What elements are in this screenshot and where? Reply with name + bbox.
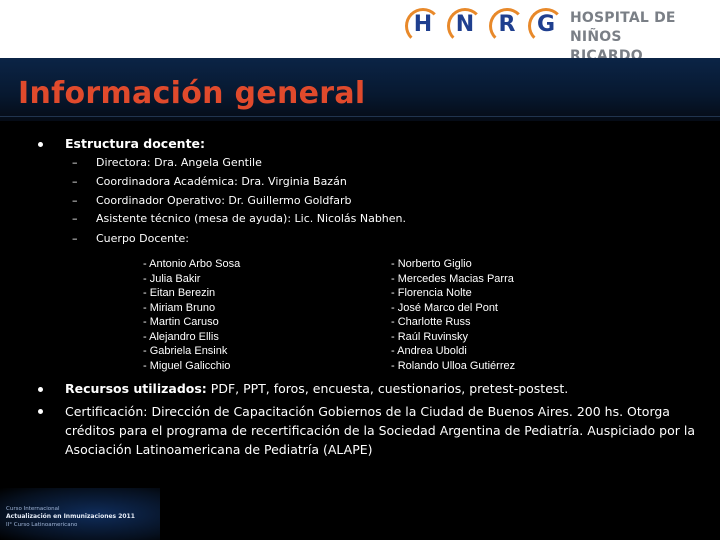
docente-2-5: - Charlotte Russ bbox=[391, 316, 471, 328]
dash-2: – bbox=[72, 175, 78, 188]
recursos-line: Recursos utilizados: PDF, PPT, foros, en… bbox=[65, 380, 568, 398]
estructura-item-2: Coordinadora Académica: Dra. Virginia Ba… bbox=[96, 175, 347, 188]
docente-2-4: - José Marco del Pont bbox=[391, 301, 498, 314]
logo-letter-h: H bbox=[413, 12, 433, 37]
docente-1-5: - Martin Caruso bbox=[143, 316, 219, 328]
certificacion-text: Certificación: Dirección de Capacitación… bbox=[65, 404, 696, 457]
footer-logo-line3: II° Curso Latinoamericano bbox=[6, 522, 78, 528]
recursos-value: PDF, PPT, foros, encuesta, cuestionarios… bbox=[206, 381, 569, 396]
dash-4: – bbox=[72, 212, 78, 225]
dash-5: – bbox=[72, 232, 78, 245]
header-banner: H N R G HOSPITAL DE NIÑOS RICARDO GUTIÉR… bbox=[0, 0, 720, 83]
footer-logo-line2: Actualización en Inmunizaciones 2011 bbox=[6, 513, 135, 520]
docente-2-1: - Norberto Giglio bbox=[391, 258, 472, 270]
dash-1: – bbox=[72, 156, 78, 169]
docente-1-4: - Miriam Bruno bbox=[143, 301, 216, 314]
docente-1-7: - Gabriela Ensink bbox=[143, 345, 228, 357]
footer-course-logo: Curso Internacional Actualización en Inm… bbox=[0, 488, 160, 540]
bullet-estructura bbox=[38, 142, 43, 147]
estructura-item-1: Directora: Dra. Angela Gentile bbox=[96, 156, 262, 169]
docentes-column-1: - Antonio Arbo Sosa - Julia Bakir - Eita… bbox=[143, 257, 240, 373]
bullet-recursos bbox=[38, 387, 43, 392]
docente-1-3: - Eitan Berezin bbox=[143, 287, 216, 299]
docente-2-6: - Raúl Ruvinsky bbox=[391, 330, 469, 343]
footer-logo-line1: Curso Internacional bbox=[6, 506, 60, 512]
logo-letter-n: N bbox=[455, 12, 475, 37]
docente-2-3: - Florencia Nolte bbox=[391, 287, 472, 299]
recursos-label: Recursos utilizados: bbox=[65, 381, 207, 396]
title-band-divider bbox=[0, 116, 720, 117]
estructura-label: Estructura docente: bbox=[65, 136, 206, 151]
docente-1-8: - Miguel Galicchio bbox=[143, 359, 231, 372]
docente-1-2: - Julia Bakir bbox=[143, 272, 201, 285]
estructura-item-3: Coordinador Operativo: Dr. Guillermo Gol… bbox=[96, 194, 352, 207]
docente-2-2: - Mercedes Macias Parra bbox=[391, 272, 514, 285]
page-title: Información general bbox=[18, 76, 366, 111]
docente-2-7: - Andrea Uboldi bbox=[391, 345, 467, 357]
dash-3: – bbox=[72, 194, 78, 207]
docente-2-8: - Rolando Ulloa Gutiérrez bbox=[391, 359, 516, 372]
hospital-name-line1: HOSPITAL DE NIÑOS bbox=[570, 10, 676, 45]
bullet-certificacion bbox=[38, 409, 43, 414]
docente-1-1: - Antonio Arbo Sosa bbox=[143, 258, 241, 270]
docentes-column-2: - Norberto Giglio - Mercedes Macias Parr… bbox=[391, 257, 515, 373]
logo-letter-r: R bbox=[498, 12, 516, 37]
logo-letter-g: G bbox=[536, 12, 556, 37]
docente-1-6: - Alejandro Ellis bbox=[143, 330, 219, 343]
estructura-item-5: Cuerpo Docente: bbox=[96, 232, 189, 245]
estructura-item-4: Asistente técnico (mesa de ayuda): Lic. … bbox=[96, 212, 407, 225]
